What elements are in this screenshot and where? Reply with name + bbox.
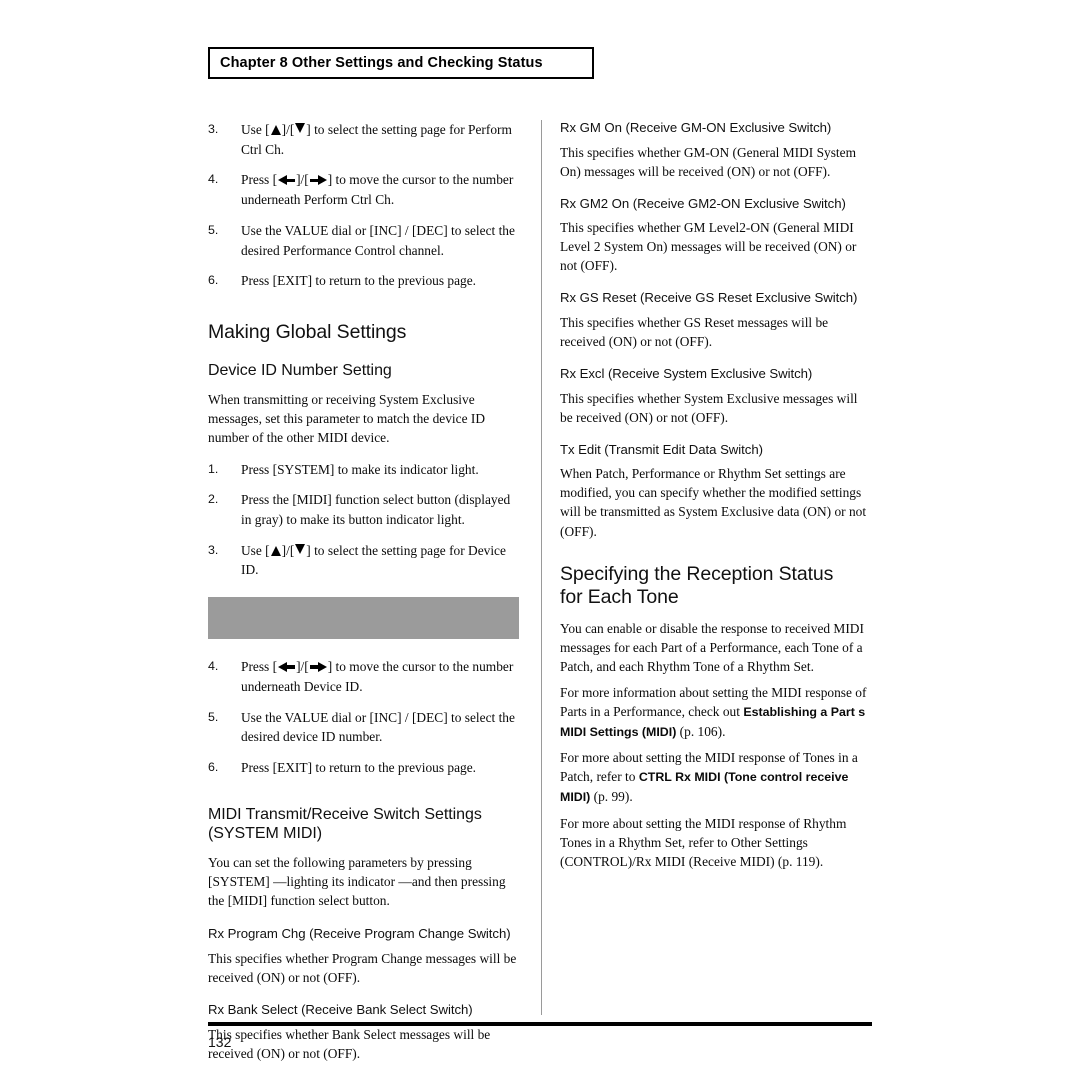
perform-ctrl-step-list: 3. Use []/[] to select the setting page …: [208, 120, 520, 291]
manual-page: Chapter 8 Other Settings and Checking St…: [0, 0, 1080, 1080]
param-heading-rx-gm2-on: Rx GM2 On (Receive GM2-ON Exclusive Swit…: [560, 195, 846, 211]
step-number: 1.: [208, 461, 219, 476]
list-item: 3. Use []/[] to select the setting page …: [208, 120, 520, 159]
list-item: 4. Press []/[] to move the cursor to the…: [208, 170, 520, 209]
list-item: 2. Press the [MIDI] function select butt…: [208, 490, 520, 529]
arrow-left-icon: [278, 175, 296, 186]
param-desc-rx-gm2-on: This specifies whether GM Level2-ON (Gen…: [560, 220, 857, 274]
step-number: 3.: [208, 542, 219, 557]
param-heading-rx-excl: Rx Excl (Receive System Exclusive Switch…: [560, 366, 813, 382]
step-text-pre: Press [: [241, 659, 278, 675]
step-number: 4.: [208, 659, 219, 674]
step-text: Press the [MIDI] function select button …: [241, 492, 511, 528]
footer-rule: [208, 1022, 872, 1026]
step-number: 3.: [208, 122, 219, 136]
param-heading-rx-gm-on: Rx GM On (Receive GM-ON Exclusive Switch…: [560, 120, 832, 135]
list-item: 5. Use the VALUE dial or [INC] / [DEC] t…: [208, 708, 520, 747]
midi-switch-heading-line2: (SYSTEM MIDI): [208, 825, 323, 843]
device-id-step-list-a: 1. Press [SYSTEM] to make its indicator …: [208, 460, 520, 581]
subsection-heading-midi-switch: MIDI Transmit/Receive Switch Settings (S…: [208, 805, 520, 845]
column-divider: [541, 120, 542, 1015]
step-text: Use the VALUE dial or [INC] / [DEC] to s…: [241, 222, 515, 258]
reception-intro-paragraph: You can enable or disable the response t…: [560, 621, 864, 675]
page-number: 132: [208, 1034, 232, 1050]
param-desc-rx-excl: This specifies whether System Exclusive …: [560, 390, 858, 425]
left-column: 3. Use []/[] to select the setting page …: [208, 120, 520, 1063]
triangle-up-icon: [270, 545, 281, 556]
list-item: 1. Press [SYSTEM] to make its indicator …: [208, 460, 520, 480]
step-text-pre: Use [: [241, 122, 270, 137]
param-desc-rx-bank-select: This specifies whether Bank Select messa…: [208, 1026, 491, 1061]
arrow-left-icon: [278, 662, 296, 673]
param-desc-rx-gs-reset: This specifies whether GS Reset messages…: [560, 315, 829, 350]
step-number: 5.: [208, 709, 219, 724]
crossref-rhythm-paragraph: For more about setting the MIDI response…: [560, 815, 847, 869]
device-id-intro-paragraph: When transmitting or receiving System Ex…: [208, 391, 486, 445]
triangle-down-icon: [295, 543, 306, 554]
param-desc-rx-gm-on: This specifies whether GM-ON (General MI…: [560, 144, 857, 179]
step-number: 5.: [208, 222, 219, 237]
param-desc-tx-edit: When Patch, Performance or Rhythm Set se…: [560, 466, 867, 539]
list-item: 5. Use the VALUE dial or [INC] / [DEC] t…: [208, 221, 520, 260]
step-text-mid: ]/[: [281, 542, 295, 558]
right-column: Rx GM On (Receive GM-ON Exclusive Switch…: [560, 120, 872, 871]
step-number: 2.: [208, 492, 219, 507]
list-item: 4. Press []/[] to move the cursor to the…: [208, 657, 520, 696]
step-number: 6.: [208, 759, 219, 774]
reception-heading-line1: Specifying the Reception Status: [560, 562, 834, 585]
triangle-up-icon: [270, 125, 281, 135]
param-desc-rx-program-chg: This specifies whether Program Change me…: [208, 951, 517, 986]
midi-switch-intro-paragraph: You can set the following parameters by …: [208, 855, 506, 909]
crossref-parts-post: (p. 106).: [676, 723, 726, 739]
reception-heading-line2: for Each Tone: [560, 586, 679, 609]
list-item: 6. Press [EXIT] to return to the previou…: [208, 271, 520, 291]
chapter-header-label: Chapter 8 Other Settings and Checking St…: [220, 55, 543, 71]
step-text: Press [EXIT] to return to the previous p…: [241, 759, 477, 775]
step-number: 4.: [208, 172, 219, 187]
step-text-mid: ]/[: [281, 122, 295, 137]
midi-switch-heading-line1: MIDI Transmit/Receive Switch Settings: [208, 805, 482, 823]
section-heading-reception-status: Specifying the Reception Status for Each…: [560, 563, 872, 611]
arrow-right-icon: [309, 175, 327, 186]
list-item: 6. Press [EXIT] to return to the previou…: [208, 758, 520, 778]
step-text-pre: Use [: [241, 542, 270, 558]
step-text-pre: Press [: [241, 172, 278, 188]
crossref-parts-paragraph: For more information about setting the M…: [560, 683, 872, 741]
triangle-down-icon: [295, 123, 306, 133]
device-id-step-list-b: 4. Press []/[] to move the cursor to the…: [208, 657, 520, 778]
crossref-tones-paragraph: For more about setting the MIDI response…: [560, 748, 872, 806]
subsection-heading-device-id: Device ID Number Setting: [208, 361, 392, 379]
step-text-mid: ]/[: [296, 172, 309, 188]
arrow-right-icon: [309, 662, 327, 673]
list-item: 3. Use []/[] to select the setting page …: [208, 541, 520, 580]
step-number: 6.: [208, 273, 219, 288]
crossref-tones-post: (p. 99).: [590, 789, 633, 805]
chapter-header: Chapter 8 Other Settings and Checking St…: [208, 47, 594, 79]
param-heading-rx-gs-reset: Rx GS Reset (Receive GS Reset Exclusive …: [560, 290, 858, 306]
param-heading-tx-edit: Tx Edit (Transmit Edit Data Switch): [560, 441, 763, 457]
step-text: Press [EXIT] to return to the previous p…: [241, 273, 477, 289]
section-heading-global-settings: Making Global Settings: [208, 320, 407, 343]
figure-placeholder-device-id-screen: [208, 597, 519, 640]
step-text: Use the VALUE dial or [INC] / [DEC] to s…: [241, 709, 515, 745]
param-heading-rx-bank-select: Rx Bank Select (Receive Bank Select Swit…: [208, 1002, 473, 1018]
step-text: Press [SYSTEM] to make its indicator lig…: [241, 461, 479, 477]
param-heading-rx-program-chg: Rx Program Chg (Receive Program Change S…: [208, 926, 511, 942]
step-text-mid: ]/[: [296, 659, 309, 675]
